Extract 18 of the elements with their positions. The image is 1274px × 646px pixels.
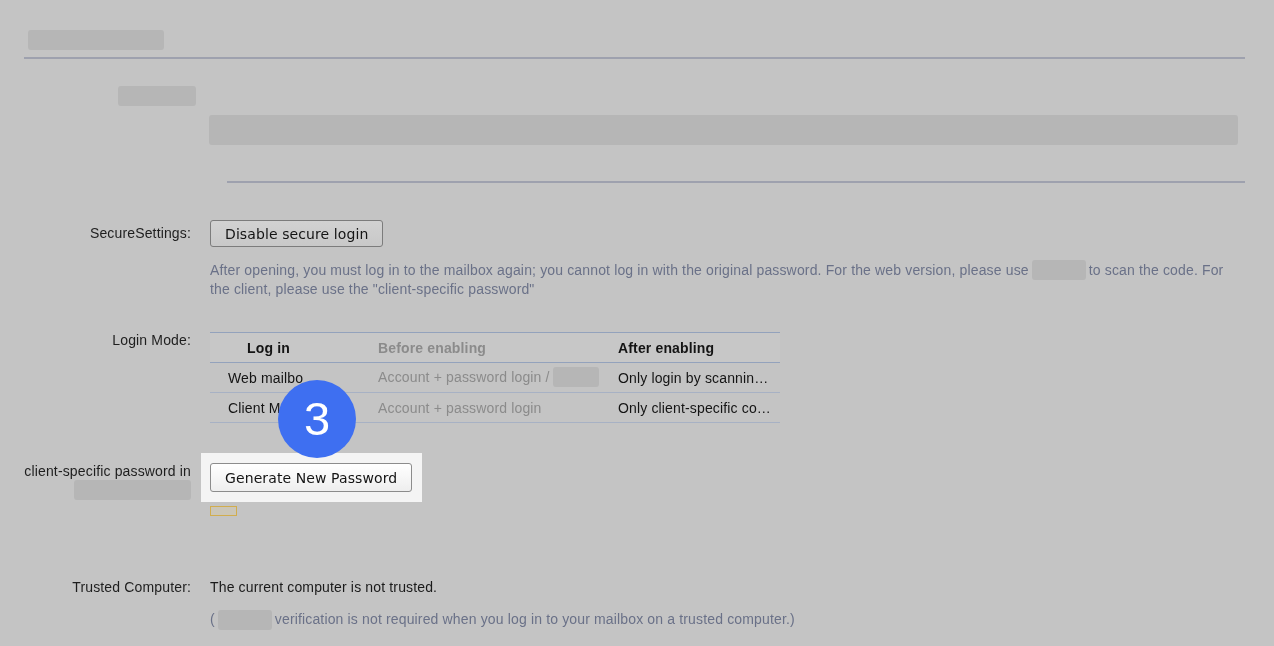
info-text: After opening, you must log in to the mailbox again; you cannot log in with the original password. For the web version, please use to scan the code. For the client, please use the "client-specific password" bbox=[210, 261, 1225, 299]
field-label: SecureSettings: bbox=[89, 225, 191, 242]
cell-text: Client M bbox=[228, 401, 281, 417]
column-header: Before enabling bbox=[368, 332, 608, 363]
empty-tag-icon bbox=[210, 506, 237, 517]
info-text: ( verification is not required when you log in to your mailbox on a trusted computer.) bbox=[210, 610, 795, 630]
column-header: After enabling bbox=[608, 332, 780, 363]
cell-text: Account + password login bbox=[378, 401, 542, 417]
status-text: The current computer is not trusted. bbox=[210, 579, 438, 597]
cell-text: Only client-specific co… bbox=[618, 401, 771, 417]
action-button[interactable]: Generate New Password bbox=[210, 463, 413, 493]
cell-text: Only login by scannin… bbox=[618, 371, 769, 387]
field-label: Trusted Computer: bbox=[72, 579, 191, 597]
action-button[interactable]: Disable secure login bbox=[210, 220, 384, 247]
field-label: Login Mode: bbox=[112, 332, 191, 350]
column-header: Log in bbox=[210, 332, 368, 363]
field-label: client-specific password in bbox=[24, 463, 191, 481]
cell-text: Account + password login / bbox=[378, 370, 550, 386]
